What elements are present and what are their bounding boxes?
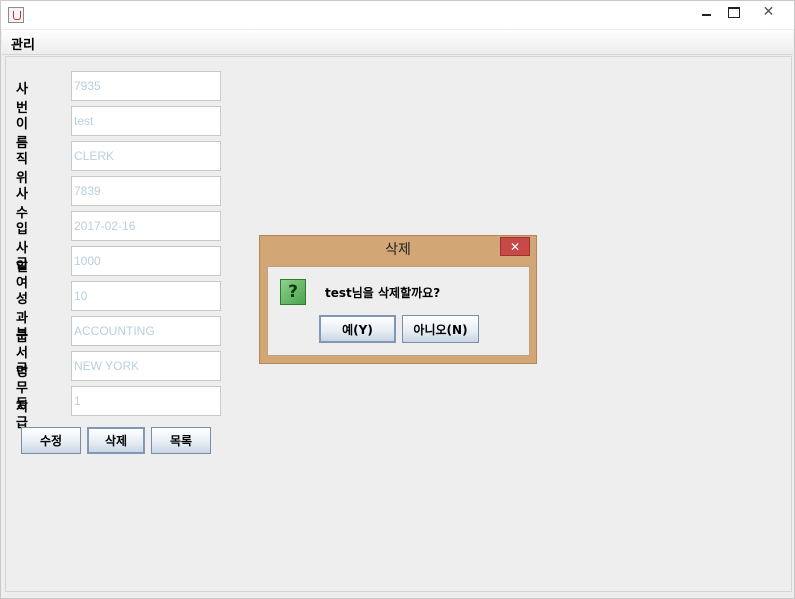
app-window: ✕ 관리 사번 7935 이름 test 직위 CLERK 사수 7839 입사… (0, 0, 795, 599)
empno-label: 사번 (16, 82, 28, 116)
yes-button[interactable]: 예(Y) (319, 315, 396, 343)
grade-label: 등급 (16, 397, 28, 431)
close-button[interactable]: ✕ (747, 1, 790, 22)
title-bar[interactable]: ✕ (1, 1, 794, 29)
menu-bar: 관리 (2, 30, 793, 55)
salary-label: 급여 (16, 257, 28, 291)
close-icon: ✕ (509, 239, 521, 254)
manager-label: 사수 (16, 187, 28, 221)
minimize-button[interactable] (691, 1, 721, 23)
dialog-message: test님을 삭제할까요? (325, 286, 441, 300)
job-label: 직위 (16, 152, 28, 186)
no-button[interactable]: 아니오(N) (402, 315, 479, 343)
dialog-close-button[interactable]: ✕ (500, 237, 530, 256)
job-field[interactable]: CLERK (71, 141, 221, 171)
maximize-button[interactable] (719, 1, 749, 23)
name-label: 이름 (16, 117, 28, 151)
delete-button[interactable]: 삭제 (87, 427, 145, 454)
edit-button[interactable]: 수정 (21, 427, 81, 454)
menu-manage[interactable]: 관리 (11, 34, 35, 53)
salary-field[interactable]: 1000 (71, 246, 221, 276)
name-field[interactable]: test (71, 106, 221, 136)
list-button[interactable]: 목록 (151, 427, 211, 454)
dialog-body: ? test님을 삭제할까요? 예(Y) 아니오(N) (267, 266, 530, 356)
dept-field[interactable]: ACCOUNTING (71, 316, 221, 346)
question-icon: ? (280, 279, 306, 305)
manager-field[interactable]: 7839 (71, 176, 221, 206)
close-icon: ✕ (762, 3, 775, 20)
commission-field[interactable]: 10 (71, 281, 221, 311)
empno-field[interactable]: 7935 (71, 71, 221, 101)
grade-field[interactable]: 1 (71, 386, 221, 416)
dialog-title: 삭제 (385, 242, 411, 258)
location-field[interactable]: NEW YORK (71, 351, 221, 381)
hiredate-field[interactable]: 2017-02-16 (71, 211, 221, 241)
delete-confirm-dialog: 삭제 ✕ ? test님을 삭제할까요? 예(Y) 아니오(N) (259, 235, 537, 364)
java-cup-icon (8, 7, 24, 23)
